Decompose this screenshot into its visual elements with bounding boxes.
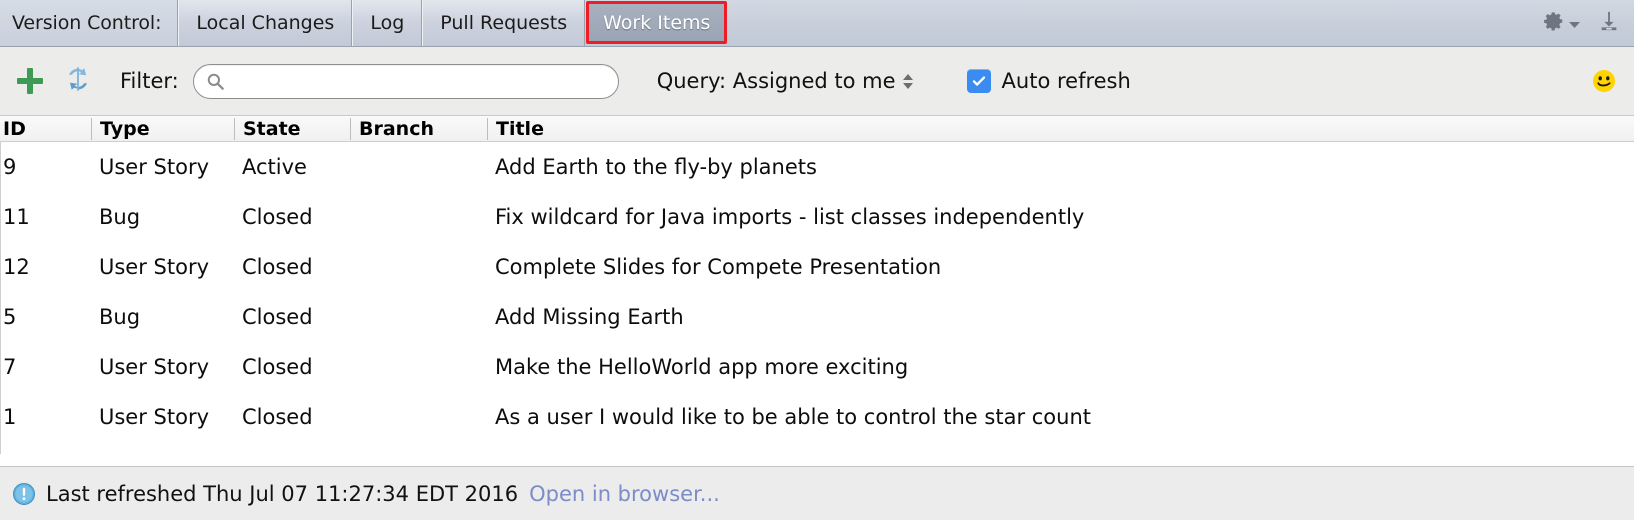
cell-title: As a user I would like to be able to con… xyxy=(495,405,1091,429)
table-row[interactable]: 12 User Story Closed Complete Slides for… xyxy=(0,242,1634,292)
filter-label: Filter: xyxy=(120,69,179,93)
column-header-state[interactable]: State xyxy=(234,117,350,140)
cell-state: Active xyxy=(242,155,307,179)
table-row[interactable]: 1 User Story Closed As a user I would li… xyxy=(0,392,1634,442)
cell-id: 5 xyxy=(3,305,17,329)
cell-state: Closed xyxy=(242,405,313,429)
column-header-type[interactable]: Type xyxy=(91,117,234,140)
table-left-rule xyxy=(0,142,1,454)
cell-type: User Story xyxy=(99,405,210,429)
search-input[interactable] xyxy=(231,64,618,98)
version-control-tabbar: Version Control: Local Changes Log Pull … xyxy=(0,0,1634,47)
last-refreshed-text: Last refreshed Thu Jul 07 11:27:34 EDT 2… xyxy=(46,481,519,506)
cell-state: Closed xyxy=(242,305,313,329)
query-dropdown[interactable]: Query: Assigned to me xyxy=(657,69,913,93)
refresh-button[interactable] xyxy=(62,65,94,97)
auto-refresh-checkbox[interactable]: Auto refresh xyxy=(966,69,1131,93)
table-row[interactable]: 11 Bug Closed Fix wildcard for Java impo… xyxy=(0,192,1634,242)
smiley-face-button[interactable] xyxy=(1592,69,1616,93)
cell-type: User Story xyxy=(99,255,210,279)
cell-id: 12 xyxy=(3,255,30,279)
cell-type: User Story xyxy=(99,155,210,179)
cell-id: 7 xyxy=(3,355,17,379)
up-down-stepper-icon xyxy=(902,73,913,89)
checkbox-box xyxy=(966,69,991,93)
cell-id: 9 xyxy=(3,155,17,179)
settings-button[interactable] xyxy=(1543,10,1580,36)
column-header-branch[interactable]: Branch xyxy=(350,117,487,140)
cell-id: 1 xyxy=(3,405,17,429)
table-header-row: ID Type State Branch Title xyxy=(0,116,1634,142)
tab-work-items[interactable]: Work Items xyxy=(586,1,728,44)
chevron-down-icon xyxy=(1569,14,1580,33)
work-items-panel: Version Control: Local Changes Log Pull … xyxy=(0,0,1634,520)
cell-state: Closed xyxy=(242,255,313,279)
tabbar-spacer xyxy=(727,0,1543,46)
smiley-face-icon xyxy=(1592,70,1616,97)
column-header-title[interactable]: Title xyxy=(487,117,1634,140)
version-control-label: Version Control: xyxy=(0,0,179,46)
auto-refresh-label: Auto refresh xyxy=(1001,69,1131,93)
cell-title: Fix wildcard for Java imports - list cla… xyxy=(495,205,1085,229)
open-in-browser-link[interactable]: Open in browser... xyxy=(529,482,720,506)
search-icon xyxy=(194,72,232,91)
table-row[interactable]: 7 User Story Closed Make the HelloWorld … xyxy=(0,342,1634,392)
refresh-icon xyxy=(64,65,92,97)
gear-icon xyxy=(1543,10,1565,36)
filter-search-field[interactable] xyxy=(192,63,619,99)
info-icon xyxy=(12,482,36,506)
add-work-item-button[interactable] xyxy=(14,65,46,97)
cell-id: 11 xyxy=(3,205,30,229)
cell-type: User Story xyxy=(99,355,210,379)
work-items-toolbar: Filter: Query: Assigned to me Auto refre… xyxy=(0,47,1634,116)
cell-title: Add Earth to the fly-by planets xyxy=(495,155,817,179)
status-bar: Last refreshed Thu Jul 07 11:27:34 EDT 2… xyxy=(0,466,1634,520)
cell-state: Closed xyxy=(242,355,313,379)
tabbar-actions xyxy=(1543,0,1634,46)
tab-log[interactable]: Log xyxy=(352,0,423,46)
cell-title: Make the HelloWorld app more exciting xyxy=(495,355,909,379)
hide-panel-icon xyxy=(1598,10,1620,36)
query-label: Query: Assigned to me xyxy=(656,69,896,93)
tab-list: Local Changes Log Pull Requests Work Ite… xyxy=(178,0,728,46)
cell-type: Bug xyxy=(99,205,141,229)
table-row[interactable]: 5 Bug Closed Add Missing Earth xyxy=(0,292,1634,342)
tab-local-changes[interactable]: Local Changes xyxy=(178,0,353,46)
hide-panel-button[interactable] xyxy=(1598,10,1620,36)
tab-pull-requests[interactable]: Pull Requests xyxy=(422,0,586,46)
cell-title: Complete Slides for Compete Presentation xyxy=(495,255,942,279)
work-items-table: ID Type State Branch Title 9 User Story … xyxy=(0,116,1634,454)
column-header-id[interactable]: ID xyxy=(0,118,91,140)
table-row[interactable]: 9 User Story Active Add Earth to the fly… xyxy=(0,142,1634,192)
cell-state: Closed xyxy=(242,205,313,229)
cell-type: Bug xyxy=(99,305,141,329)
cell-title: Add Missing Earth xyxy=(495,305,684,329)
